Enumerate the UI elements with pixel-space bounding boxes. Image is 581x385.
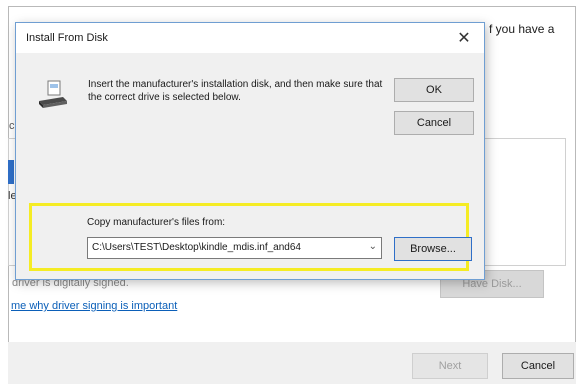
wizard-button-bar [8,342,576,384]
path-combobox[interactable]: C:\Users\TEST\Desktop\kindle_mdis.inf_an… [87,237,382,259]
close-icon[interactable]: ✕ [444,23,484,53]
copy-from-label: Copy manufacturer's files from: [87,217,226,228]
path-value: C:\Users\TEST\Desktop\kindle_mdis.inf_an… [92,242,301,253]
list-selection-marker [8,160,14,184]
dialog-titlebar: Install From Disk ✕ [16,23,484,53]
dialog-message: Insert the manufacturer's installation d… [88,79,383,103]
dialog-title: Install From Disk [26,32,108,44]
next-button[interactable]: Next [412,353,488,379]
ok-button[interactable]: OK [394,78,474,102]
driver-signing-link[interactable]: me why driver signing is important [11,300,177,312]
install-from-disk-dialog: Install From Disk ✕ Insert the manufactu… [15,22,485,280]
wizard-fragment-c: c [9,120,15,132]
wizard-description-fragment: f you have a [489,22,555,36]
wizard-cancel-button[interactable]: Cancel [502,353,574,379]
chevron-down-icon[interactable]: ⌄ [369,241,377,252]
browse-button[interactable]: Browse... [394,237,472,261]
cancel-button[interactable]: Cancel [394,111,474,135]
disk-drive-icon [39,80,67,108]
